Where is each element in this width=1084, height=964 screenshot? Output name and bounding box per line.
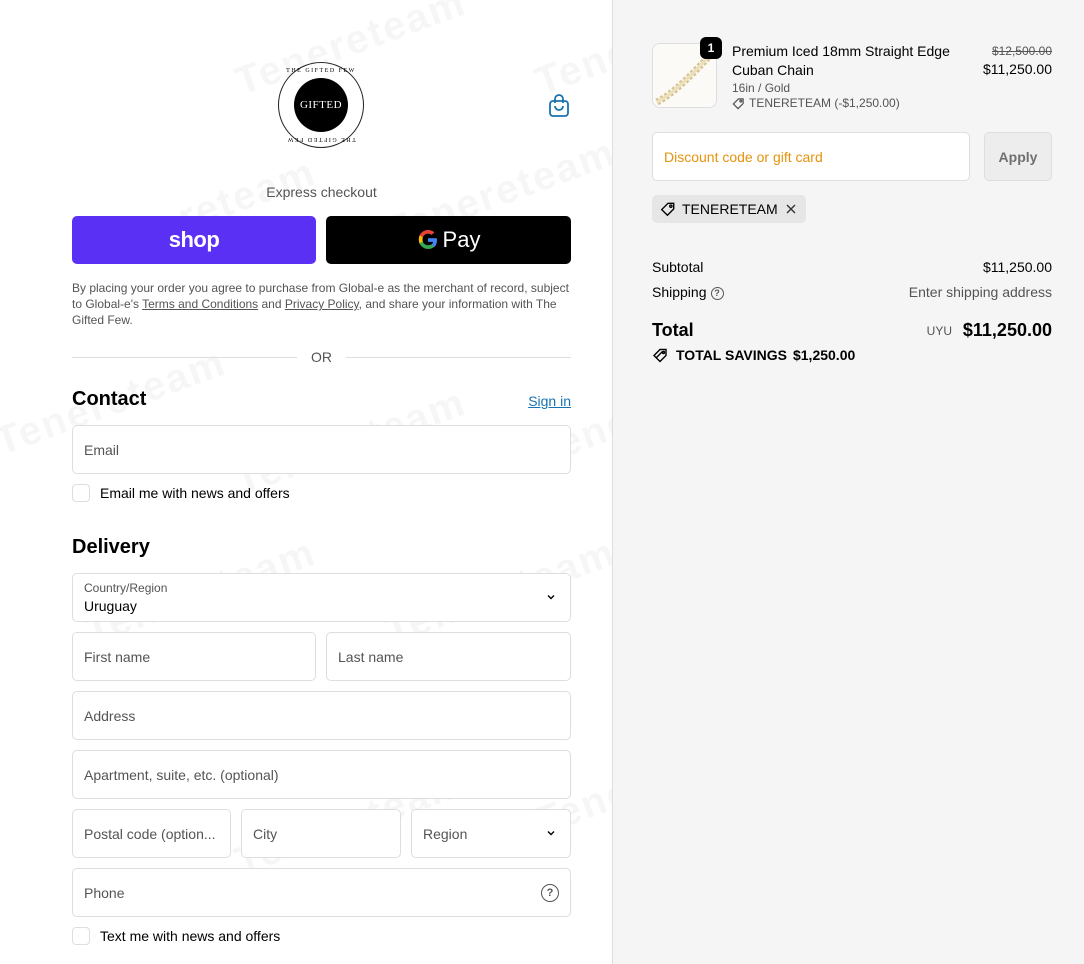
shipping-value: Enter shipping address bbox=[908, 284, 1052, 300]
discount-placeholder: Discount code or gift card bbox=[664, 148, 823, 165]
email-news-checkbox-row[interactable]: Email me with news and offers bbox=[72, 484, 290, 502]
terms-link[interactable]: Terms and Conditions bbox=[142, 297, 258, 311]
shipping-label: Shipping bbox=[652, 284, 707, 300]
applied-code-tag: TENERETEAM bbox=[652, 195, 806, 223]
discount-code-input[interactable]: Discount code or gift card bbox=[652, 132, 970, 181]
legal-notice: By placing your order you agree to purch… bbox=[72, 280, 571, 328]
email-news-checkbox[interactable] bbox=[72, 484, 90, 502]
logo-ring-text: THE GIFTED FEW bbox=[286, 68, 356, 74]
sms-news-checkbox[interactable] bbox=[72, 927, 90, 945]
chevron-down-icon bbox=[547, 595, 555, 600]
privacy-link[interactable]: Privacy Policy bbox=[285, 297, 359, 311]
region-select[interactable]: Region bbox=[411, 809, 571, 858]
divider-line bbox=[346, 356, 571, 358]
delivery-heading: Delivery bbox=[72, 536, 150, 558]
currency-code: UYU bbox=[926, 324, 952, 338]
tag-icon bbox=[660, 202, 675, 217]
subtotal-label: Subtotal bbox=[652, 259, 704, 275]
chevron-down-icon bbox=[547, 831, 555, 836]
country-label: Country/Region bbox=[84, 581, 168, 595]
savings-value: $1,250.00 bbox=[792, 347, 856, 363]
google-pay-button[interactable]: Pay bbox=[326, 216, 571, 264]
product-discount: TENERETEAM (-$1,250.00) bbox=[732, 96, 900, 110]
last-name-field[interactable]: Last name bbox=[326, 632, 571, 681]
first-name-field[interactable]: First name bbox=[72, 632, 316, 681]
sms-news-label: Text me with news and offers bbox=[100, 928, 281, 944]
city-field[interactable]: City bbox=[241, 809, 401, 858]
address-placeholder: Address bbox=[84, 707, 136, 724]
phone-placeholder: Phone bbox=[84, 884, 125, 901]
or-divider: OR bbox=[72, 348, 571, 366]
close-icon[interactable] bbox=[784, 202, 798, 216]
email-field[interactable]: Email bbox=[72, 425, 571, 474]
applied-code-text: TENERETEAM bbox=[682, 201, 778, 217]
country-select[interactable]: Country/Region Uruguay bbox=[72, 573, 571, 622]
divider-line bbox=[72, 356, 297, 358]
quantity-badge: 1 bbox=[700, 37, 722, 59]
product-discount-text: TENERETEAM (-$1,250.00) bbox=[749, 96, 900, 110]
region-placeholder: Region bbox=[423, 825, 468, 842]
google-pay-label: Pay bbox=[442, 227, 481, 252]
total-value: $11,250.00 bbox=[962, 320, 1052, 340]
logo-wordmark: GIFTED bbox=[294, 78, 348, 132]
total-savings: TOTAL SAVINGS $1,250.00 bbox=[652, 347, 855, 363]
google-g-icon bbox=[418, 230, 437, 249]
subtotal-value: $11,250.00 bbox=[982, 259, 1052, 275]
email-placeholder: Email bbox=[84, 441, 120, 458]
subtotal-row: Subtotal $11,250.00 bbox=[652, 259, 1052, 275]
postal-code-field[interactable]: Postal code (option... bbox=[72, 809, 231, 858]
original-price: $12,500.00 bbox=[991, 44, 1052, 58]
address-field[interactable]: Address bbox=[72, 691, 571, 740]
postal-code-placeholder: Postal code (option... bbox=[84, 825, 216, 842]
discounted-price: $11,250.00 bbox=[982, 61, 1052, 77]
contact-heading: Contact bbox=[72, 388, 147, 410]
savings-label: TOTAL SAVINGS bbox=[676, 347, 787, 363]
logo-ring-text: THE GIFTED FEW bbox=[286, 136, 356, 142]
apartment-placeholder: Apartment, suite, etc. (optional) bbox=[84, 766, 279, 783]
tag-icon bbox=[732, 97, 744, 109]
product-variant: 16in / Gold bbox=[732, 81, 791, 95]
shopping-bag-icon[interactable] bbox=[548, 94, 570, 118]
apply-button[interactable]: Apply bbox=[984, 132, 1052, 181]
email-news-label: Email me with news and offers bbox=[100, 485, 290, 501]
phone-field[interactable]: Phone ? bbox=[72, 868, 571, 917]
question-circle-icon[interactable]: ? bbox=[541, 884, 559, 902]
or-label: OR bbox=[311, 349, 332, 365]
last-name-placeholder: Last name bbox=[338, 648, 404, 665]
country-value: Uruguay bbox=[84, 598, 137, 614]
question-circle-icon[interactable]: ? bbox=[710, 286, 724, 300]
sms-news-checkbox-row[interactable]: Text me with news and offers bbox=[72, 927, 280, 945]
shop-pay-button[interactable]: shop bbox=[72, 216, 316, 264]
city-placeholder: City bbox=[253, 825, 278, 842]
shipping-row: Shipping? Enter shipping address bbox=[652, 284, 1052, 300]
legal-text: and bbox=[258, 297, 285, 311]
sign-in-link[interactable]: Sign in bbox=[500, 393, 571, 409]
product-title: Premium Iced 18mm Straight Edge Cuban Ch… bbox=[732, 43, 950, 78]
first-name-placeholder: First name bbox=[84, 648, 151, 665]
savings-tag-icon bbox=[653, 348, 667, 363]
total-label: Total bbox=[652, 320, 694, 340]
express-checkout-label: Express checkout bbox=[266, 184, 377, 200]
shop-pay-label: shop bbox=[168, 227, 220, 252]
store-logo[interactable]: THE GIFTED FEW GIFTED THE GIFTED FEW bbox=[278, 62, 364, 148]
apartment-field[interactable]: Apartment, suite, etc. (optional) bbox=[72, 750, 571, 799]
